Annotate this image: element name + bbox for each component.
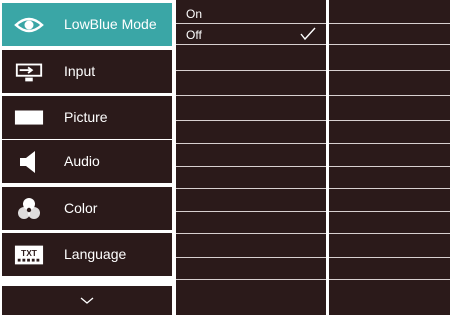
- empty-row: [329, 144, 450, 167]
- empty-row: [329, 121, 450, 144]
- empty-row: [176, 167, 326, 189]
- chevron-down-icon: [80, 292, 94, 310]
- empty-row: [329, 24, 450, 45]
- menu-item-label: LowBlue Mode: [64, 16, 157, 32]
- color-circles-icon: [14, 195, 44, 222]
- eye-icon: [14, 11, 44, 38]
- empty-row: [176, 212, 326, 234]
- monitor-osd-menu: LowBlue Mode Input Picture Audio Color T…: [0, 0, 450, 315]
- empty-row: [176, 71, 326, 96]
- empty-row: [176, 258, 326, 280]
- menu-item-lowblue-mode[interactable]: LowBlue Mode: [2, 3, 172, 46]
- empty-row: [329, 167, 450, 189]
- empty-row: [329, 212, 450, 234]
- empty-row: [329, 189, 450, 212]
- empty-row: [329, 45, 450, 71]
- empty-row: [329, 96, 450, 121]
- txt-keyboard-icon: TXT: [14, 241, 44, 268]
- submenu-column: On Off: [176, 0, 326, 315]
- empty-row: [176, 234, 326, 258]
- scroll-more-button[interactable]: [2, 286, 172, 315]
- speaker-icon: [14, 148, 44, 175]
- menu-item-language[interactable]: TXT Language: [2, 233, 172, 276]
- svg-text:TXT: TXT: [21, 247, 38, 257]
- empty-row: [329, 234, 450, 258]
- picture-icon: [14, 104, 44, 131]
- empty-row: [329, 0, 450, 24]
- menu-item-label: Input: [64, 63, 96, 79]
- main-menu: LowBlue Mode Input Picture Audio Color T…: [0, 0, 175, 315]
- menu-item-input[interactable]: Input: [2, 50, 172, 93]
- menu-item-label: Audio: [64, 153, 100, 169]
- menu-item-label: Picture: [64, 109, 108, 125]
- empty-row: [329, 258, 450, 280]
- empty-row: [176, 144, 326, 167]
- submenu-column-secondary: [329, 0, 450, 315]
- option-on[interactable]: On: [176, 0, 326, 24]
- menu-item-color[interactable]: Color: [2, 187, 172, 230]
- menu-item-label: Language: [64, 246, 127, 262]
- option-label: On: [186, 7, 203, 21]
- empty-row: [176, 45, 326, 71]
- menu-item-picture[interactable]: Picture: [2, 96, 172, 139]
- empty-row: [329, 71, 450, 96]
- input-icon: [14, 58, 44, 85]
- option-label: Off: [186, 28, 202, 42]
- empty-row: [176, 96, 326, 121]
- empty-row: [176, 189, 326, 212]
- menu-item-audio[interactable]: Audio: [2, 140, 172, 183]
- checkmark-icon: [300, 27, 316, 46]
- menu-item-label: Color: [64, 200, 98, 216]
- empty-row: [176, 121, 326, 144]
